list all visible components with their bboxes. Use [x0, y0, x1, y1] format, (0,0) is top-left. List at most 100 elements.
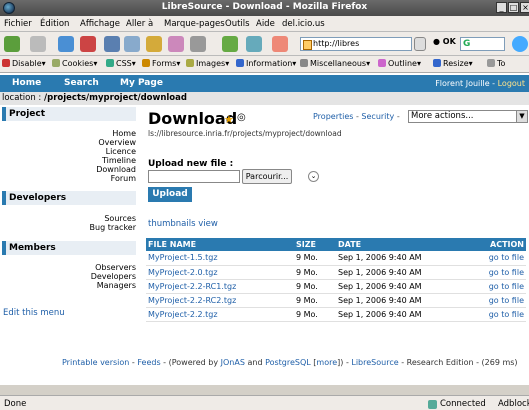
- browse-button[interactable]: Parcourir...: [242, 169, 292, 184]
- forms-menu[interactable]: Forms▾: [142, 59, 180, 68]
- feeds-link[interactable]: Feeds: [137, 358, 160, 367]
- resize-menu[interactable]: Resize▾: [433, 59, 473, 68]
- file-name-link[interactable]: MyProject-2.2-RC1.tgz: [146, 279, 294, 294]
- file-name-link[interactable]: MyProject-2.2-RC2.tgz: [146, 293, 294, 308]
- sidebar-item-observers[interactable]: Observers: [95, 263, 136, 272]
- menu-fichier[interactable]: Fichier: [4, 19, 32, 29]
- nav-home[interactable]: Home: [12, 78, 41, 88]
- upload-button[interactable]: Upload: [148, 187, 192, 202]
- close-button[interactable]: ×: [520, 2, 529, 13]
- file-date: Sep 1, 2006 9:40 AM: [336, 279, 466, 294]
- sidebar-item-bug-tracker[interactable]: Bug tracker: [90, 223, 136, 232]
- nav-search[interactable]: Search: [64, 78, 99, 88]
- outline-menu[interactable]: Outline▾: [378, 59, 421, 68]
- jonas-link[interactable]: JOnAS: [221, 358, 245, 367]
- logout-link[interactable]: Logout: [498, 79, 525, 88]
- file-date: Sep 1, 2006 9:40 AM: [336, 251, 466, 266]
- tag-icon[interactable]: [124, 36, 140, 52]
- tools-menu[interactable]: To: [487, 59, 505, 68]
- forward-icon[interactable]: [30, 36, 46, 52]
- menu-aller[interactable]: Aller à: [126, 19, 153, 29]
- bookmark-icon[interactable]: [246, 36, 262, 52]
- menu-edition[interactable]: Édition: [40, 19, 69, 29]
- sidebar-item-developers[interactable]: Developers: [91, 272, 136, 281]
- status-bar: Done Connected Adblock: [0, 395, 529, 410]
- back-icon[interactable]: [4, 36, 20, 52]
- go-to-file-link[interactable]: go to file: [466, 307, 526, 322]
- image-icon[interactable]: [168, 36, 184, 52]
- sidebar-item-download[interactable]: Download: [96, 165, 136, 174]
- minimize-button[interactable]: _: [496, 2, 507, 13]
- menu-aide[interactable]: Aide: [256, 19, 275, 29]
- go-button[interactable]: ● OK: [433, 37, 456, 46]
- sidebar-section-members: Members: [2, 241, 136, 255]
- properties-link[interactable]: Properties: [313, 112, 353, 121]
- col-file-name[interactable]: FILE NAME: [146, 238, 294, 251]
- menu-affichage[interactable]: Affichage: [80, 19, 120, 29]
- web-developer-toolbar: Disable▾ Cookies▾ CSS▾ Forms▾ Images▾ In…: [0, 56, 529, 73]
- file-name-link[interactable]: MyProject-2.0.tgz: [146, 265, 294, 280]
- forms-icon: [142, 59, 150, 67]
- col-size[interactable]: SIZE: [294, 238, 336, 251]
- thumbnails-view-link[interactable]: thumbnails view: [148, 219, 218, 229]
- star-icon[interactable]: ★: [224, 113, 234, 126]
- settings-icon[interactable]: [190, 36, 206, 52]
- url-input[interactable]: http://libres: [300, 37, 412, 51]
- menu-marque-pages[interactable]: Marque-pages: [164, 19, 225, 29]
- save-icon[interactable]: [104, 36, 120, 52]
- extension-icon[interactable]: [512, 36, 528, 52]
- user-name[interactable]: Florent Jouille: [435, 79, 489, 88]
- sidebar-item-timeline[interactable]: Timeline: [102, 156, 136, 165]
- table-header-row: FILE NAME SIZE DATE ACTION: [146, 238, 526, 251]
- search-input[interactable]: G: [460, 37, 505, 51]
- stop-icon[interactable]: [80, 36, 96, 52]
- images-menu[interactable]: Images▾: [186, 59, 229, 68]
- forms-label: Forms▾: [152, 59, 181, 68]
- feed-icon[interactable]: [272, 36, 288, 52]
- go-to-file-link[interactable]: go to file: [466, 279, 526, 294]
- sidebar-item-managers[interactable]: Managers: [97, 281, 136, 290]
- disable-menu[interactable]: Disable▾: [2, 59, 46, 68]
- home-icon[interactable]: [222, 36, 238, 52]
- menu-delicious[interactable]: del.icio.us: [282, 19, 325, 29]
- miscellaneous-menu[interactable]: Miscellaneous▾: [300, 59, 370, 68]
- sidebar-item-overview[interactable]: Overview: [98, 138, 136, 147]
- sidebar-item-home[interactable]: Home: [112, 129, 136, 138]
- css-menu[interactable]: CSS▾: [106, 59, 136, 68]
- security-link[interactable]: Security: [361, 112, 394, 121]
- reload-icon[interactable]: [58, 36, 74, 52]
- go-to-file-link[interactable]: go to file: [466, 293, 526, 308]
- sidebar-item-sources[interactable]: Sources: [104, 214, 136, 223]
- libresource-link[interactable]: LibreSource: [351, 358, 398, 367]
- table-row: MyProject-2.2-RC1.tgz 9 Mo. Sep 1, 2006 …: [146, 279, 526, 294]
- file-name-link[interactable]: MyProject-2.2.tgz: [146, 307, 294, 322]
- menu-outils[interactable]: Outils: [225, 19, 250, 29]
- cc-icon[interactable]: ◎: [237, 112, 246, 123]
- adblock-button[interactable]: Adblock: [498, 399, 529, 409]
- url-dropdown-icon[interactable]: [414, 37, 426, 51]
- chevron-down-icon: ▼: [516, 111, 527, 122]
- sidebar-item-licence[interactable]: Licence: [106, 147, 136, 156]
- postgresql-link[interactable]: PostgreSQL: [265, 358, 311, 367]
- file-date: Sep 1, 2006 9:40 AM: [336, 265, 466, 280]
- more-actions-select[interactable]: More actions... ▼: [408, 110, 528, 123]
- file-path-input[interactable]: [148, 170, 240, 183]
- file-name-link[interactable]: MyProject-1.5.tgz: [146, 251, 294, 266]
- edit-menu-link[interactable]: Edit this menu: [3, 308, 65, 318]
- go-to-file-link[interactable]: go to file: [466, 251, 526, 266]
- css-icon[interactable]: [146, 36, 162, 52]
- col-action: ACTION: [466, 238, 526, 251]
- sidebar-item-forum[interactable]: Forum: [111, 174, 136, 183]
- expand-icon[interactable]: ⌄: [308, 171, 319, 182]
- cookies-menu[interactable]: Cookies▾: [52, 59, 97, 68]
- resize-icon: [433, 59, 441, 67]
- go-to-file-link[interactable]: go to file: [466, 265, 526, 280]
- more-link[interactable]: more: [316, 358, 337, 367]
- information-menu[interactable]: Information▾: [236, 59, 296, 68]
- printable-version-link[interactable]: Printable version: [62, 358, 129, 367]
- maximize-button[interactable]: □: [508, 2, 519, 13]
- cookies-icon: [52, 59, 60, 67]
- nav-mypage[interactable]: My Page: [120, 78, 163, 88]
- col-date[interactable]: DATE: [336, 238, 466, 251]
- page-content: Home Search My Page Florent Jouille - Lo…: [0, 73, 529, 385]
